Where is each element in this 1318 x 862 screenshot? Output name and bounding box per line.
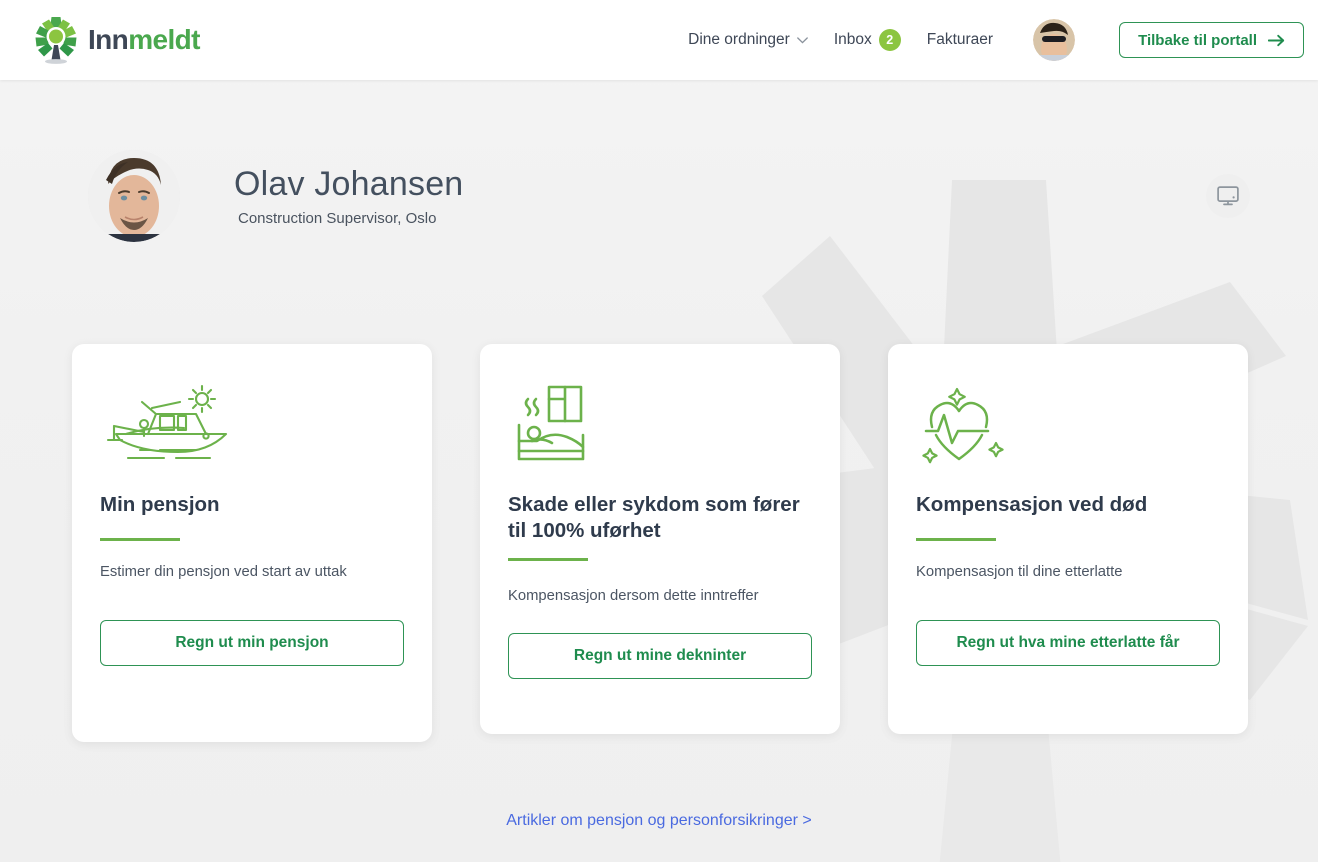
card-min-pensjon: Min pensjon Estimer din pensjon ved star… [72, 344, 432, 742]
nav-item-dine-ordninger[interactable]: Dine ordninger [688, 31, 808, 49]
profile-avatar [88, 150, 180, 242]
chevron-down-icon [796, 36, 808, 44]
card-description: Kompensasjon til dine etterlatte [916, 564, 1123, 581]
monitor-icon [1217, 186, 1239, 206]
header-avatar[interactable] [1033, 19, 1076, 61]
card-icon-wrap [508, 372, 812, 480]
brand-name-part1: Inn [88, 24, 129, 55]
card-divider [508, 558, 588, 562]
card-divider [916, 538, 996, 542]
regn-ut-etterlatte-button[interactable]: Regn ut hva mine etterlatte får [916, 620, 1220, 667]
nav-label-fakturaer: Fakturaer [926, 31, 994, 48]
regn-ut-min-pensjon-button[interactable]: Regn ut min pensjon [100, 620, 404, 667]
profile-hero: Olav Johansen Construction Supervisor, O… [0, 150, 1318, 242]
profile-photo-image [88, 150, 180, 242]
brand-name-part2: meldt [128, 24, 200, 55]
card-title: Min pensjon [100, 493, 220, 516]
card-icon-wrap [916, 372, 1220, 480]
arrow-right-icon [1268, 34, 1285, 46]
main-navigation: Dine ordninger Inbox 2 Fakturaer Tilbake… [688, 19, 1318, 61]
nav-item-inbox[interactable]: Inbox 2 [834, 29, 901, 51]
regn-ut-mine-dekninter-button[interactable]: Regn ut mine dekninter [508, 632, 812, 679]
heart-pulse-sparkle-icon [922, 387, 1004, 464]
top-header: Innmeldt Dine ordninger Inbox 2 Fakturae… [0, 0, 1318, 80]
brand-logo[interactable]: Innmeldt [30, 14, 200, 66]
nav-label-inbox: Inbox [833, 31, 872, 48]
tree-logo-icon [35, 17, 77, 64]
card-description: Kompensasjon dersom dette inntreffer [508, 588, 759, 605]
brand-name: Innmeldt [88, 26, 200, 54]
inbox-count-badge: 2 [878, 29, 901, 51]
feature-cards: Min pensjon Estimer din pensjon ved star… [72, 344, 1248, 742]
boat-sun-icon [106, 384, 228, 460]
footer-link-row: Artikler om pensjon og personforsikringe… [0, 812, 1318, 830]
card-skade-sykdom: Skade eller sykdom som fører til 100% uf… [480, 344, 840, 734]
portal-button-label: Tilbake til portall [1138, 31, 1257, 49]
card-icon-wrap [100, 372, 404, 480]
artikler-link[interactable]: Artikler om pensjon og personforsikringe… [506, 812, 811, 829]
profile-subtitle: Construction Supervisor, Oslo [238, 210, 437, 228]
card-title: Skade eller sykdom som fører til 100% uf… [508, 493, 800, 543]
avatar-image [1033, 19, 1076, 61]
tilbake-til-portall-button[interactable]: Tilbake til portall [1119, 22, 1304, 58]
card-description: Estimer din pensjon ved start av uttak [100, 564, 347, 581]
card-kompensasjon-ved-dod: Kompensasjon ved død Kompensasjon til di… [888, 344, 1248, 734]
nav-label-dine-ordninger: Dine ordninger [688, 31, 790, 48]
card-title: Kompensasjon ved død [916, 493, 1148, 516]
card-divider [100, 538, 180, 542]
profile-name: Olav Johansen [234, 164, 464, 203]
profile-text-block: Olav Johansen Construction Supervisor, O… [234, 165, 463, 227]
nav-item-fakturaer[interactable]: Fakturaer [927, 31, 993, 49]
bed-sick-person-icon [517, 385, 585, 461]
monitor-view-button[interactable] [1206, 174, 1250, 218]
